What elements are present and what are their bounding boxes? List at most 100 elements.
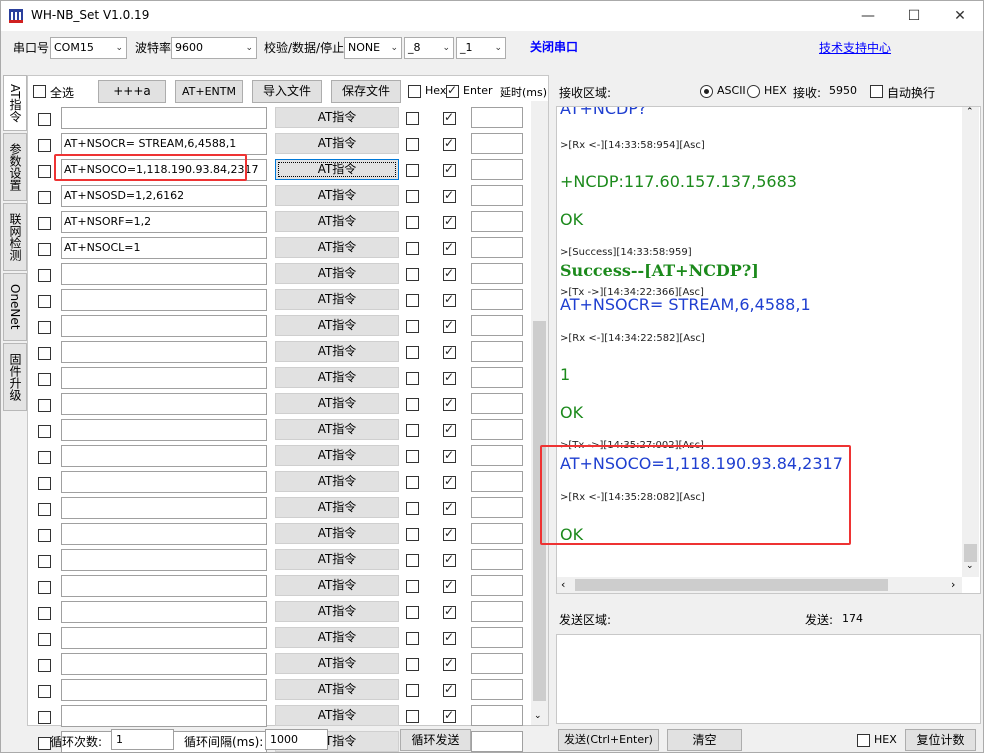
at-command-button[interactable]: AT指令	[275, 679, 399, 700]
chevron-down-icon[interactable]: ⌄	[534, 711, 542, 721]
receive-vscroll-thumb[interactable]	[964, 544, 977, 562]
row-select-checkbox[interactable]	[38, 685, 51, 698]
row-enter-checkbox[interactable]	[443, 656, 456, 671]
at-command-button[interactable]: AT指令	[275, 575, 399, 596]
row-hex-checkbox[interactable]	[406, 268, 419, 281]
at-command-button[interactable]: AT指令	[275, 471, 399, 492]
tab-onenet[interactable]: OneNet	[3, 273, 27, 341]
receive-vscrollbar[interactable]	[962, 107, 979, 577]
row-select-checkbox[interactable]	[38, 191, 51, 204]
at-command-button[interactable]: AT指令	[275, 159, 399, 180]
command-input[interactable]	[61, 653, 267, 675]
row-enter-checkbox[interactable]	[443, 682, 456, 697]
command-input[interactable]: AT+NSORF=1,2	[61, 211, 267, 233]
row-enter-checkbox[interactable]	[443, 370, 456, 385]
command-input[interactable]	[61, 341, 267, 363]
select-all-checkbox[interactable]	[33, 85, 46, 98]
row-enter-checkbox[interactable]	[443, 630, 456, 645]
stopbits-select[interactable]: _1 ⌄	[456, 37, 506, 59]
command-input[interactable]	[61, 263, 267, 285]
row-enter-checkbox[interactable]	[443, 110, 456, 125]
command-input[interactable]	[61, 601, 267, 623]
row-enter-checkbox[interactable]	[443, 474, 456, 489]
row-enter-checkbox[interactable]	[443, 708, 456, 723]
at-command-button[interactable]: AT指令	[275, 419, 399, 440]
row-delay-input[interactable]	[471, 133, 523, 154]
at-command-button[interactable]: AT指令	[275, 185, 399, 206]
row-hex-checkbox[interactable]	[406, 528, 419, 541]
at-command-button[interactable]: AT指令	[275, 367, 399, 388]
row-delay-input[interactable]	[471, 419, 523, 440]
row-delay-input[interactable]	[471, 237, 523, 258]
command-input[interactable]	[61, 419, 267, 441]
row-hex-checkbox[interactable]	[406, 502, 419, 515]
row-select-checkbox[interactable]	[38, 503, 51, 516]
row-select-checkbox[interactable]	[38, 243, 51, 256]
at-command-button[interactable]: AT指令	[275, 341, 399, 362]
at-command-button[interactable]: AT指令	[275, 393, 399, 414]
at-command-button[interactable]: AT指令	[275, 211, 399, 232]
row-hex-checkbox[interactable]	[406, 580, 419, 593]
row-enter-checkbox[interactable]	[443, 188, 456, 203]
command-input[interactable]	[61, 393, 267, 415]
chevron-down-icon[interactable]: ⌄	[966, 561, 974, 571]
at-command-button[interactable]: AT指令	[275, 497, 399, 518]
command-input[interactable]	[61, 575, 267, 597]
row-select-checkbox[interactable]	[38, 425, 51, 438]
row-hex-checkbox[interactable]	[406, 424, 419, 437]
save-file-button[interactable]: 保存文件	[331, 80, 401, 103]
reset-count-button[interactable]: 复位计数	[905, 729, 976, 751]
import-file-button[interactable]: 导入文件	[252, 80, 322, 103]
command-input[interactable]	[61, 627, 267, 649]
row-delay-input[interactable]	[471, 211, 523, 232]
loop-count-input[interactable]: 1	[111, 729, 174, 750]
command-input[interactable]	[61, 315, 267, 337]
row-enter-checkbox[interactable]	[443, 448, 456, 463]
row-enter-checkbox[interactable]	[443, 422, 456, 437]
row-delay-input[interactable]	[471, 471, 523, 492]
chevron-left-icon[interactable]: ‹	[561, 578, 565, 591]
row-delay-input[interactable]	[471, 159, 523, 180]
at-command-button[interactable]: AT指令	[275, 601, 399, 622]
at-command-button[interactable]: AT指令	[275, 133, 399, 154]
command-input[interactable]: AT+NSOCR= STREAM,6,4588,1	[61, 133, 267, 155]
ascii-radio[interactable]	[700, 85, 713, 98]
row-select-checkbox[interactable]	[38, 581, 51, 594]
at-command-button[interactable]: AT指令	[275, 315, 399, 336]
databits-select[interactable]: _8 ⌄	[404, 37, 454, 59]
row-select-checkbox[interactable]	[38, 269, 51, 282]
receive-hscroll-thumb[interactable]	[575, 579, 888, 591]
row-hex-checkbox[interactable]	[406, 554, 419, 567]
send-area[interactable]	[556, 634, 981, 724]
at-command-button[interactable]: AT指令	[275, 705, 399, 726]
row-enter-checkbox[interactable]	[443, 396, 456, 411]
command-input[interactable]	[61, 471, 267, 493]
row-enter-checkbox[interactable]	[443, 214, 456, 229]
send-button[interactable]: 发送(Ctrl+Enter)	[558, 729, 659, 751]
row-delay-input[interactable]	[471, 393, 523, 414]
plus-a-button[interactable]: +++a	[98, 80, 166, 103]
row-select-checkbox[interactable]	[38, 633, 51, 646]
row-hex-checkbox[interactable]	[406, 398, 419, 411]
autowrap-checkbox[interactable]	[870, 85, 883, 98]
port-select[interactable]: COM15 ⌄	[50, 37, 127, 59]
row-hex-checkbox[interactable]	[406, 606, 419, 619]
row-hex-checkbox[interactable]	[406, 684, 419, 697]
command-input[interactable]	[61, 367, 267, 389]
parity-select[interactable]: NONE ⌄	[344, 37, 402, 59]
row-select-checkbox[interactable]	[38, 347, 51, 360]
row-hex-checkbox[interactable]	[406, 632, 419, 645]
row-delay-input[interactable]	[471, 601, 523, 622]
support-link[interactable]: 技术支持中心	[819, 39, 891, 56]
row-hex-checkbox[interactable]	[406, 242, 419, 255]
close-port-button[interactable]: 关闭串口	[530, 38, 578, 55]
loop-send-button[interactable]: 循环发送	[400, 729, 471, 751]
row-hex-checkbox[interactable]	[406, 294, 419, 307]
row-delay-input[interactable]	[471, 627, 523, 648]
row-enter-checkbox[interactable]	[443, 318, 456, 333]
row-delay-input[interactable]	[471, 341, 523, 362]
row-select-checkbox[interactable]	[38, 477, 51, 490]
at-command-button[interactable]: AT指令	[275, 627, 399, 648]
row-hex-checkbox[interactable]	[406, 164, 419, 177]
row-delay-input[interactable]	[471, 653, 523, 674]
